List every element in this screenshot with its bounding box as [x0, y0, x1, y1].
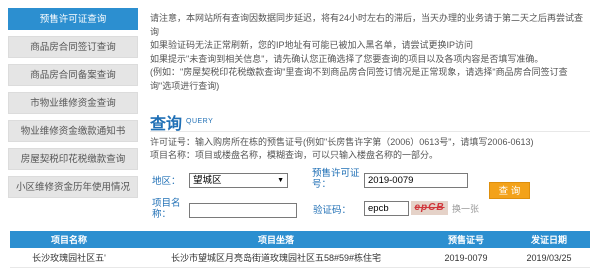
- captcha-value: epcb: [368, 203, 389, 214]
- query-subtitle: QUERY: [186, 118, 214, 125]
- sidebar-item-contract-signing[interactable]: 商品房合同签订查询: [8, 36, 138, 58]
- cell-permit-number: 2019-0079: [424, 248, 508, 268]
- project-label: 项目名 称：: [152, 198, 181, 220]
- cell-project-location: 长沙市望城区月亮岛街道玫瑰园社区五58#59#栋住宅: [128, 248, 424, 268]
- project-label-line1: 项目名: [152, 198, 181, 209]
- cell-project-name[interactable]: 长沙玫瑰园社区五': [10, 248, 128, 268]
- col-permit-number: 预售证号: [424, 231, 508, 248]
- project-label-line2: 称：: [152, 209, 172, 220]
- sidebar-item-fund-notice[interactable]: 物业维修资金缴款通知书: [8, 120, 138, 142]
- col-project-location: 项目坐落: [128, 231, 424, 248]
- notice-line: 如果提示"未查询到相关信息"，请先确认您正确选择了您要查询的项目以及各项内容是否…: [150, 53, 544, 64]
- district-label: 地区：: [152, 176, 181, 187]
- table-row[interactable]: 长沙玫瑰园社区五' 长沙市望城区月亮岛街道玫瑰园社区五58#59#栋住宅 201…: [10, 248, 590, 268]
- notice-text: 请注意，本网站所有查询因数据同步延迟，将有24小时左右的滞后，当天办理的业务请于…: [150, 12, 590, 93]
- dropdown-arrow-icon: ▼: [277, 177, 284, 184]
- refresh-captcha-link[interactable]: 换一张: [452, 202, 479, 215]
- col-issue-date: 发证日期: [508, 231, 590, 248]
- notice-line: (例如："房屋契税印花税缴款查询"里查询不到商品房合同签订情况是正常现象，请选择…: [150, 67, 568, 77]
- notice-line: 询"选项进行查询): [150, 80, 220, 91]
- sidebar: 预售许可证查询 商品房合同签订查询 商品房合同备案查询 市物业维修资金查询 物业…: [8, 8, 138, 204]
- district-value: 望城区: [193, 175, 222, 186]
- captcha-input[interactable]: epcb: [364, 201, 409, 216]
- permit-label: 预售许可证 号：: [312, 168, 360, 190]
- table-header-row: 项目名称 项目坐落 预售证号 发证日期: [10, 231, 590, 248]
- captcha-label: 验证码：: [313, 205, 352, 216]
- project-name-input[interactable]: [189, 203, 297, 218]
- help-project: 项目名称：项目或楼盘名称，模糊查询，可以只输入楼盘名称的一部分。: [150, 150, 439, 160]
- col-project-name: 项目名称: [10, 231, 128, 248]
- notice-line: 如果验证码无法正常刷新，您的IP地址有可能已被加入黑名单，请尝试更换IP访问: [150, 40, 474, 50]
- permit-number-input[interactable]: 2019-0079: [364, 173, 468, 188]
- query-header: 查询 QUERY: [150, 113, 590, 133]
- notice-line: 请注意，本网站所有查询因数据同步延迟，将有24小时左右的滞后，当天办理的业务请于…: [150, 13, 584, 23]
- cell-issue-date: 2019/03/25: [508, 248, 590, 268]
- sidebar-item-maintenance-fund[interactable]: 市物业维修资金查询: [8, 92, 138, 114]
- permit-label-line2: 号：: [312, 179, 332, 190]
- district-select[interactable]: 望城区 ▼: [189, 173, 288, 188]
- permit-value: 2019-0079: [368, 175, 414, 186]
- permit-label-line1: 预售许可证: [312, 168, 360, 179]
- sidebar-item-fund-history[interactable]: 小区维修资金历年使用情况: [8, 176, 138, 198]
- sidebar-item-permit-query[interactable]: 预售许可证查询: [8, 8, 138, 30]
- query-button[interactable]: 查 询: [489, 182, 530, 199]
- sidebar-item-contract-filing[interactable]: 商品房合同备案查询: [8, 64, 138, 86]
- notice-line: 询: [150, 26, 160, 37]
- query-help: 许可证号：输入购房所在栋的预售证号(例如"长房售许字第（2006）0613号"，…: [150, 136, 590, 162]
- query-title: 查询: [150, 116, 183, 133]
- sidebar-item-tax-query[interactable]: 房屋契税印花税缴款查询: [8, 148, 138, 170]
- captcha-image[interactable]: epCB: [411, 201, 448, 215]
- help-permit: 许可证号：输入购房所在栋的预售证号(例如"长房售许字第（2006）0613号"，…: [150, 137, 534, 147]
- results-table: 项目名称 项目坐落 预售证号 发证日期 长沙玫瑰园社区五' 长沙市望城区月亮岛街…: [10, 231, 590, 268]
